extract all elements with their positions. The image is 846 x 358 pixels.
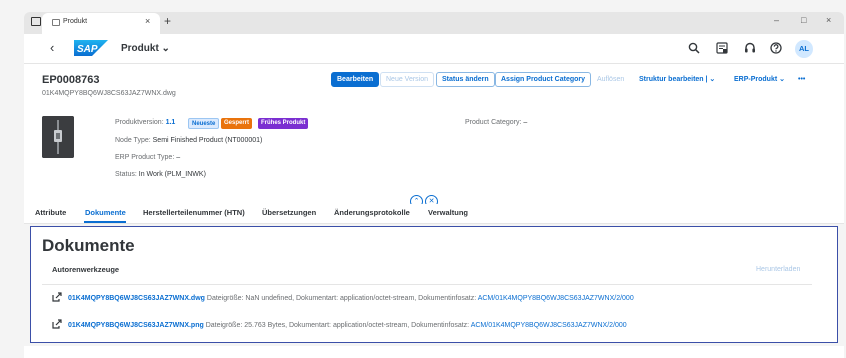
document-meta: Dateigröße: NaN undefined, Dokumentart: …	[206, 295, 477, 302]
status-value: In Work (PLM_INWK)	[138, 171, 206, 178]
notifications-icon[interactable]	[716, 42, 728, 54]
explode-button[interactable]: Auflösen	[591, 72, 630, 87]
erp-type-value: –	[176, 154, 181, 161]
active-tab-indicator	[84, 221, 126, 223]
user-avatar[interactable]: AL	[795, 40, 813, 58]
erp-product-button[interactable]: ERP-Produkt ⌄	[728, 72, 791, 87]
document-info-record-link[interactable]: ACM/01K4MQPY8BQ6WJ8CS63JAZ7WNX/2/000	[471, 322, 627, 329]
category-field: Product Category: –	[465, 119, 527, 126]
document-info-record-link[interactable]: ACM/01K4MQPY8BQ6WJ8CS63JAZ7WNX/2/000	[478, 295, 634, 302]
node-type-label: Node Type:	[115, 137, 151, 144]
page-footer	[24, 346, 844, 358]
app-title[interactable]: Produkt ⌄	[121, 43, 170, 54]
tab-change-logs[interactable]: Änderungsprotokolle	[334, 208, 410, 217]
maximize-icon[interactable]: □	[801, 15, 806, 25]
back-icon[interactable]: ‹	[50, 40, 54, 55]
version-label: Produktversion:	[115, 119, 164, 126]
sap-logo-text: SAP	[77, 44, 98, 55]
version-link[interactable]: 1.1	[166, 119, 176, 126]
search-icon[interactable]	[688, 42, 700, 54]
section-divider	[42, 284, 812, 285]
more-actions-icon[interactable]: •••	[792, 72, 811, 87]
document-row: 01K4MQPY8BQ6WJ8CS63JAZ7WNX.png Dateigröß…	[52, 319, 627, 329]
new-tab-icon[interactable]: +	[164, 14, 171, 28]
document-file-link[interactable]: 01K4MQPY8BQ6WJ8CS63JAZ7WNX.dwg	[68, 295, 205, 302]
download-button[interactable]: Herunterladen	[756, 266, 800, 273]
tab-documents[interactable]: Dokumente	[85, 208, 126, 217]
status-field: Status: In Work (PLM_INWK)	[115, 171, 206, 178]
badge-early-product: Frühes Produkt	[258, 118, 309, 129]
open-document-icon[interactable]	[52, 319, 62, 329]
product-thumbnail	[42, 116, 74, 158]
version-field: Produktversion: 1.1	[115, 119, 175, 126]
document-file-link[interactable]: 01K4MQPY8BQ6WJ8CS63JAZ7WNX.png	[68, 322, 204, 329]
object-title: EP0008763	[42, 74, 100, 86]
new-version-button[interactable]: Neue Version	[380, 72, 435, 87]
edit-structure-button[interactable]: Struktur bearbeiten | ⌄	[633, 72, 721, 87]
status-label: Status:	[115, 171, 137, 178]
sap-logo[interactable]: SAP	[74, 40, 108, 56]
erp-type-label: ERP Product Type:	[115, 154, 175, 161]
assign-category-button[interactable]: Assign Product Category	[495, 72, 592, 87]
badge-newest: Neueste	[188, 118, 220, 129]
category-label: Product Category:	[465, 119, 522, 126]
authoring-tools-heading: Autorenwerkzeuge	[52, 265, 120, 274]
tab-attribute[interactable]: Attribute	[35, 208, 66, 217]
category-value: –	[523, 119, 528, 126]
edit-button[interactable]: Bearbeiten	[331, 72, 380, 87]
open-document-icon[interactable]	[52, 292, 62, 302]
section-title: Dokumente	[42, 236, 135, 255]
erp-type-field: ERP Product Type: –	[115, 154, 180, 161]
window-menu-icon[interactable]	[31, 17, 41, 26]
tab-favicon-icon	[52, 19, 60, 26]
change-status-button[interactable]: Status ändern	[436, 72, 495, 87]
browser-tab-title: Produkt	[63, 18, 88, 25]
tab-administration[interactable]: Verwaltung	[428, 208, 468, 217]
help-icon[interactable]	[770, 42, 782, 54]
node-type-value: Semi Finished Product (NT000001)	[152, 137, 263, 144]
object-subtitle: 01K4MQPY8BQ6WJ8CS63JAZ7WNX.dwg	[42, 90, 176, 97]
document-meta: Dateigröße: 25.763 Bytes, Dokumentart: a…	[205, 322, 470, 329]
thumbnail-image	[42, 116, 74, 158]
headset-icon[interactable]	[744, 42, 756, 54]
minimize-icon[interactable]: –	[774, 15, 779, 25]
document-row: 01K4MQPY8BQ6WJ8CS63JAZ7WNX.dwg Dateigröß…	[52, 292, 634, 302]
tab-manufacturer-part-number[interactable]: Herstellerteilenummer (HTN)	[143, 208, 245, 217]
node-type-field: Node Type: Semi Finished Product (NT0000…	[115, 137, 262, 144]
close-window-icon[interactable]: ×	[826, 15, 831, 25]
badge-locked: Gesperrt	[221, 118, 253, 129]
tab-translations[interactable]: Übersetzungen	[262, 208, 316, 217]
tab-close-icon[interactable]: ×	[145, 16, 150, 26]
